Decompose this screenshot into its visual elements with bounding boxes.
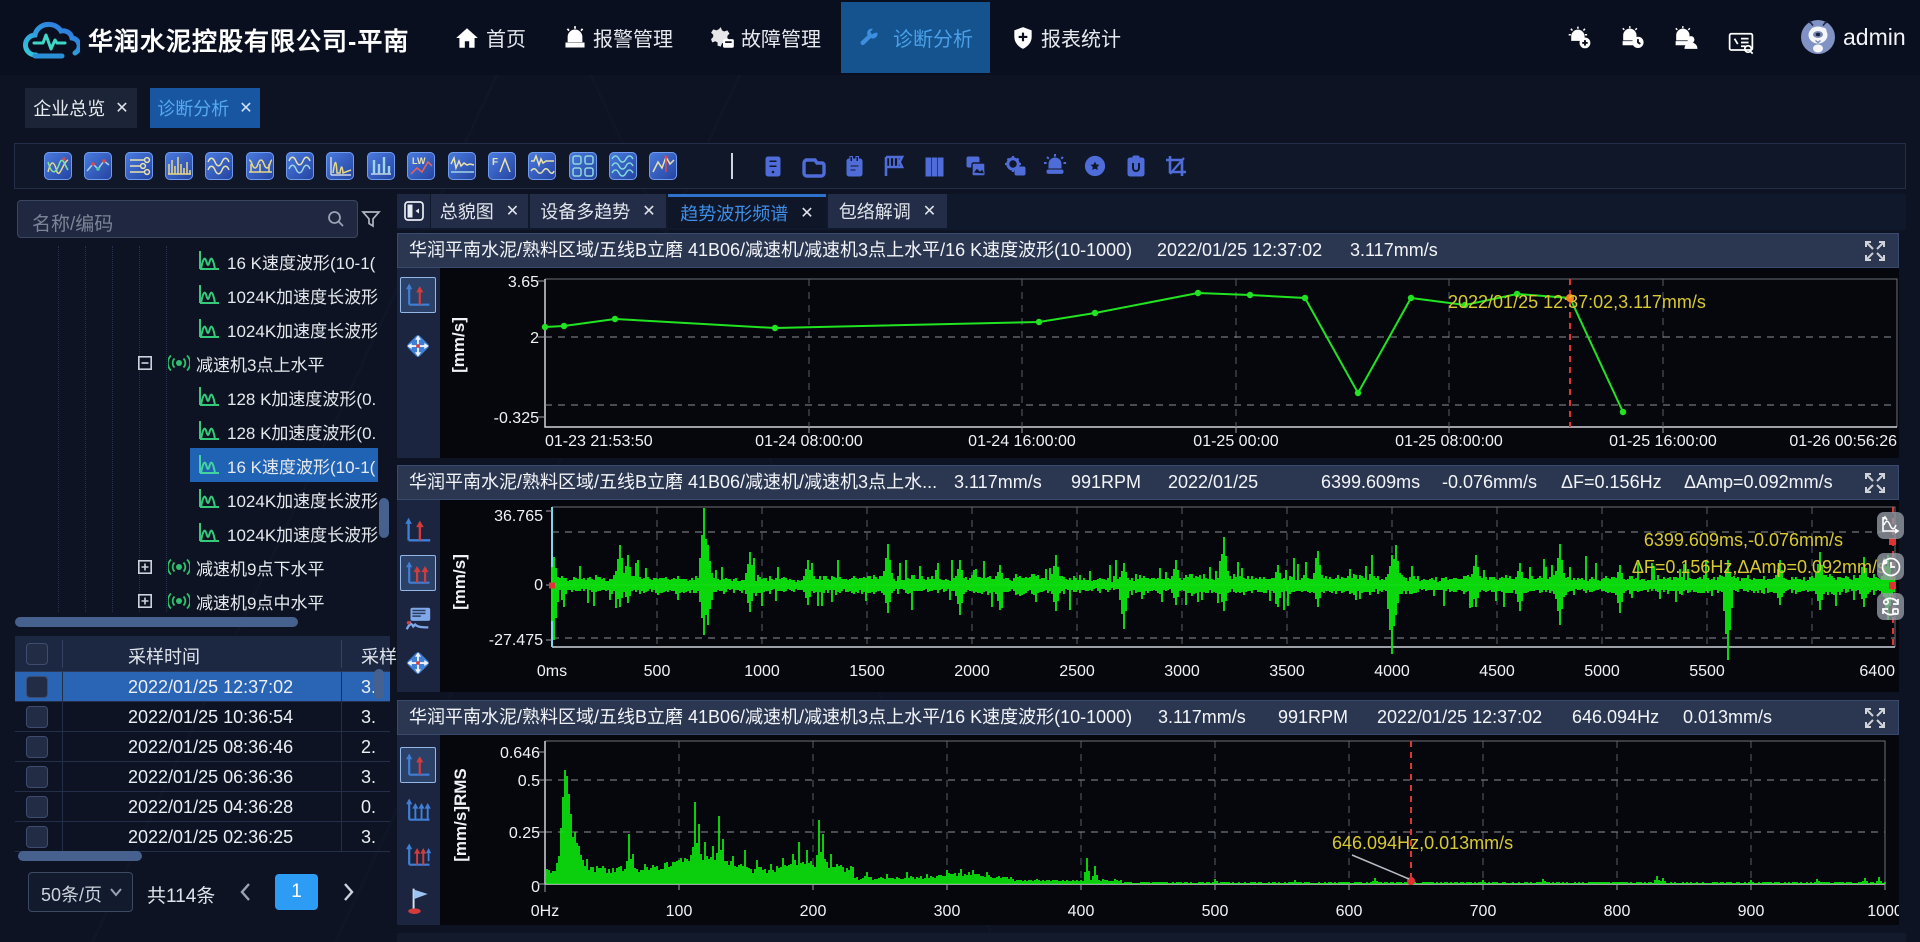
- svg-text:0Hz: 0Hz: [531, 903, 559, 920]
- svg-text:6399.609ms,-0.076mm/s: 6399.609ms,-0.076mm/s: [1644, 530, 1843, 550]
- svg-text:4500: 4500: [1479, 663, 1515, 680]
- svg-text:900: 900: [1738, 903, 1765, 920]
- svg-text:800: 800: [1604, 903, 1631, 920]
- svg-text:400: 400: [1068, 903, 1095, 920]
- svg-text:ΔF=0.156Hz,ΔAmp=0.092mm/s: ΔF=0.156Hz,ΔAmp=0.092mm/s: [1632, 557, 1886, 577]
- svg-text:-27.475: -27.475: [489, 632, 543, 649]
- svg-text:F: F: [492, 157, 498, 168]
- svg-text:1500: 1500: [849, 663, 885, 680]
- svg-text:2500: 2500: [1059, 663, 1095, 680]
- svg-text:01-23 21:53:50: 01-23 21:53:50: [545, 433, 653, 450]
- svg-text:01-25 00:00: 01-25 00:00: [1193, 433, 1279, 450]
- svg-text:600: 600: [1336, 903, 1363, 920]
- svg-text:LW: LW: [412, 156, 426, 166]
- svg-text:[mm/s]: [mm/s]: [449, 317, 468, 373]
- svg-text:2: 2: [530, 330, 539, 347]
- svg-text:[mm/s]: [mm/s]: [450, 554, 469, 610]
- svg-text:0.646: 0.646: [500, 745, 540, 762]
- svg-text:-0.325: -0.325: [494, 410, 539, 427]
- svg-text:0ms: 0ms: [537, 663, 567, 680]
- svg-text:36.765: 36.765: [494, 508, 543, 525]
- svg-text:01-25 16:00:00: 01-25 16:00:00: [1609, 433, 1717, 450]
- svg-text:0.25: 0.25: [509, 825, 540, 842]
- svg-text:100: 100: [666, 903, 693, 920]
- svg-text:200: 200: [800, 903, 827, 920]
- svg-text:0: 0: [534, 577, 543, 594]
- svg-text:01-26 00:56:26: 01-26 00:56:26: [1789, 433, 1897, 450]
- svg-text:1000: 1000: [744, 663, 780, 680]
- svg-text:01-24 08:00:00: 01-24 08:00:00: [755, 433, 863, 450]
- svg-text:0.5: 0.5: [518, 773, 540, 790]
- svg-text:5000: 5000: [1584, 663, 1620, 680]
- svg-text:[mm/s]RMS: [mm/s]RMS: [451, 768, 470, 862]
- svg-text:300: 300: [934, 903, 961, 920]
- svg-text:3.65: 3.65: [508, 274, 539, 291]
- svg-text:6400: 6400: [1859, 663, 1895, 680]
- svg-text:500: 500: [644, 663, 671, 680]
- svg-text:3000: 3000: [1164, 663, 1200, 680]
- svg-text:2022/01/25 12:37:02,3.117mm/s: 2022/01/25 12:37:02,3.117mm/s: [1448, 292, 1706, 312]
- svg-text:646.094Hz,0.013mm/s: 646.094Hz,0.013mm/s: [1332, 833, 1513, 853]
- svg-text:4000: 4000: [1374, 663, 1410, 680]
- svg-text:700: 700: [1470, 903, 1497, 920]
- svg-text:1000: 1000: [1867, 903, 1899, 920]
- svg-text:0: 0: [531, 879, 540, 896]
- svg-text:01-25 08:00:00: 01-25 08:00:00: [1395, 433, 1503, 450]
- svg-text:3500: 3500: [1269, 663, 1305, 680]
- svg-text:5500: 5500: [1689, 663, 1725, 680]
- svg-text:01-24 16:00:00: 01-24 16:00:00: [968, 433, 1076, 450]
- svg-text:2000: 2000: [954, 663, 990, 680]
- svg-text:500: 500: [1202, 903, 1229, 920]
